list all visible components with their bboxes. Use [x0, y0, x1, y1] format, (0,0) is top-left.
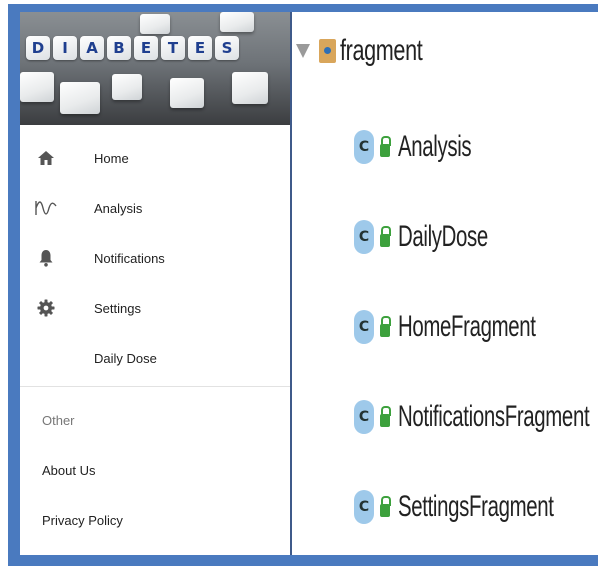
class-icon: C: [354, 490, 374, 524]
project-tree: fragment C Analysis C DailyDose C HomeFr…: [292, 12, 600, 555]
expand-arrow-icon[interactable]: [296, 44, 310, 58]
tree-node-label: HomeFragment: [398, 310, 536, 343]
tree-node-label: DailyDose: [398, 220, 488, 253]
sugar-cube: [60, 82, 100, 114]
tree-root-fragment[interactable]: fragment: [296, 34, 454, 68]
menu-item-label: Notifications: [94, 250, 165, 266]
menu-item-daily-dose[interactable]: Daily Dose: [20, 334, 290, 382]
class-icon: C: [354, 310, 374, 344]
class-icon: C: [354, 220, 374, 254]
letter-tile: I: [53, 36, 77, 60]
tree-node-dailydose[interactable]: C DailyDose: [354, 220, 530, 254]
tree-node-label: Analysis: [398, 130, 472, 163]
package-folder-icon: [319, 39, 336, 63]
menu-item-home[interactable]: Home: [20, 134, 290, 182]
tree-node-notificationsfragment[interactable]: C NotificationsFragment: [354, 400, 600, 434]
content-area: D I A B E T E S Home Analysis Notificati…: [20, 12, 600, 555]
lock-icon: [380, 316, 391, 338]
navigation-drawer: D I A B E T E S Home Analysis Notificati…: [20, 12, 292, 555]
menu-item-privacy-policy[interactable]: Privacy Policy: [42, 513, 123, 528]
lock-icon: [380, 226, 391, 248]
letter-tile: T: [161, 36, 185, 60]
tree-node-label: NotificationsFragment: [398, 400, 590, 433]
letter-tile: B: [107, 36, 131, 60]
menu-item-label: Daily Dose: [94, 350, 157, 366]
bell-icon: [35, 247, 57, 269]
sugar-cube: [112, 74, 142, 100]
menu-item-label: Settings: [94, 300, 141, 316]
sugar-cube: [140, 14, 170, 34]
tree-root-label: fragment: [340, 34, 423, 67]
class-icon: C: [354, 400, 374, 434]
tree-node-settingsfragment[interactable]: C SettingsFragment: [354, 490, 600, 524]
section-title-other: Other: [42, 413, 75, 428]
menu-item-label: Analysis: [94, 200, 143, 216]
window-frame: D I A B E T E S Home Analysis Notificati…: [8, 4, 600, 566]
lock-icon: [380, 496, 391, 518]
gear-icon: [35, 297, 57, 319]
lock-icon: [380, 136, 391, 158]
menu-item-analysis[interactable]: Analysis: [20, 184, 290, 232]
analysis-wave-icon: [35, 197, 57, 219]
tree-node-label: SettingsFragment: [398, 490, 554, 523]
banner-letter-tiles: D I A B E T E S: [26, 36, 239, 60]
menu-item-label: Home: [94, 150, 129, 166]
tree-node-analysis[interactable]: C Analysis: [354, 130, 506, 164]
diabetes-banner-image: D I A B E T E S: [20, 12, 290, 125]
letter-tile: A: [80, 36, 104, 60]
sugar-cube: [220, 12, 254, 32]
lock-icon: [380, 406, 391, 428]
letter-tile: S: [215, 36, 239, 60]
sugar-cube: [232, 72, 268, 104]
menu-item-settings[interactable]: Settings: [20, 284, 290, 332]
menu-item-about-us[interactable]: About Us: [42, 463, 95, 478]
letter-tile: E: [188, 36, 212, 60]
menu-divider: [20, 386, 290, 387]
home-icon: [35, 147, 57, 169]
sugar-cube: [170, 78, 204, 108]
sugar-cube: [20, 72, 54, 102]
class-icon: C: [354, 130, 374, 164]
letter-tile: D: [26, 36, 50, 60]
tree-node-homefragment[interactable]: C HomeFragment: [354, 310, 600, 344]
letter-tile: E: [134, 36, 158, 60]
menu-item-notifications[interactable]: Notifications: [20, 234, 290, 282]
